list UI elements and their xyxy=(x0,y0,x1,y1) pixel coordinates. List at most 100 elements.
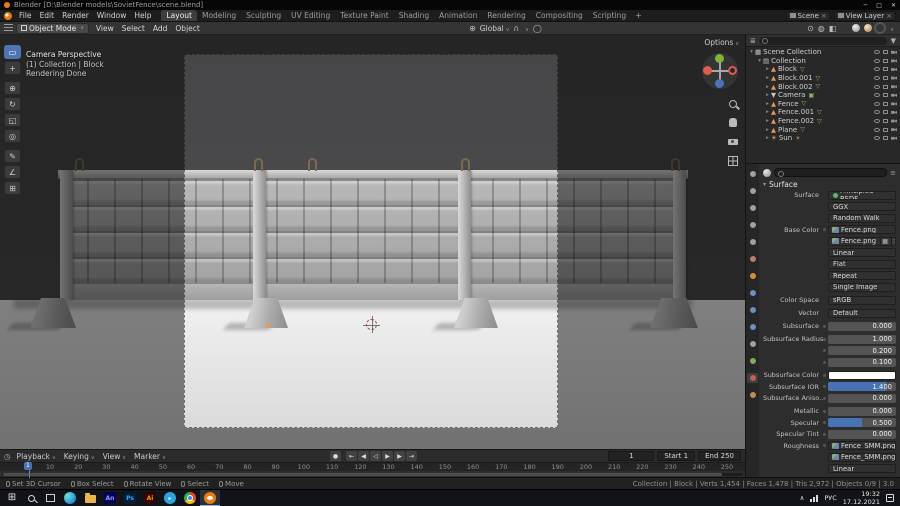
expand-icon[interactable]: ▸ xyxy=(764,75,771,81)
measure-tool[interactable]: ∠ xyxy=(4,165,21,179)
view-layer-selector[interactable]: View Layer xyxy=(833,10,896,21)
timeline-ruler[interactable]: 10 20 30 40 50 60 70 80 90 100 110 120 130 140 150 160 1… xyxy=(0,462,745,471)
close-button[interactable]: ✕ xyxy=(891,2,896,9)
decorate-dot[interactable] xyxy=(823,444,826,447)
current-frame-field[interactable]: 1 xyxy=(608,451,655,461)
color-space-select[interactable]: sRGB xyxy=(828,295,896,305)
gizmo-x-neg-ball[interactable] xyxy=(728,66,737,75)
keyboard-language[interactable]: РУС xyxy=(824,494,836,502)
snap-options-button[interactable] xyxy=(523,24,529,33)
fence-png-datablock[interactable]: Fence.png▦× xyxy=(828,236,896,246)
zoom-control[interactable] xyxy=(726,97,739,110)
properties-tab-modifiers[interactable] xyxy=(747,288,758,298)
timeline-editor[interactable]: ◷ PlaybackKeyingViewMarker ●⇤◀◁▶▶⇥ 1 Sta… xyxy=(0,449,745,478)
add-workspace-button[interactable]: + xyxy=(631,11,646,20)
decorate-dot[interactable] xyxy=(823,409,826,413)
expand-icon[interactable]: ▸ xyxy=(764,92,771,98)
expand-icon[interactable]: ▸ xyxy=(764,127,771,133)
decorate-dot[interactable] xyxy=(823,360,826,364)
show-overlays-icon[interactable]: ◍ xyxy=(818,24,825,33)
timeline-scrollbar-thumb[interactable] xyxy=(3,473,722,476)
flat-select[interactable]: Flat xyxy=(828,259,896,269)
shading-wireframe-icon[interactable] xyxy=(840,24,848,32)
workspace-tab-modeling[interactable]: Modeling xyxy=(197,10,241,21)
taskbar-app-folder[interactable] xyxy=(80,490,100,506)
viewport-menu-object[interactable]: Object xyxy=(171,24,203,33)
expand-icon[interactable]: ▾ xyxy=(756,58,763,64)
specular-tint-slider[interactable]: 0.000 xyxy=(828,429,896,439)
taskbar-search-button[interactable] xyxy=(22,490,40,506)
taskbar-app-telegram[interactable] xyxy=(160,490,180,506)
taskbar-app-edge[interactable] xyxy=(60,490,80,506)
surface-select[interactable]: Principled BSDF xyxy=(828,190,896,200)
outliner-row-collection[interactable]: ▾ ▤ Collection xyxy=(746,57,900,66)
expand-icon[interactable]: ▸ xyxy=(764,101,771,107)
disable-in-renders-icon[interactable] xyxy=(891,102,897,106)
fence-smm-png-datablock[interactable]: Fence_SMM.png▦× xyxy=(828,452,896,462)
workspace-tab-sculpting[interactable]: Sculpting xyxy=(241,10,286,21)
roughness-texture-select[interactable]: Fence_SMM.png xyxy=(828,441,896,450)
outliner-row-block-001[interactable]: ▸ ▲ Block.001 ▽ xyxy=(746,74,900,83)
disable-in-viewports-icon[interactable] xyxy=(883,76,888,81)
tool-options-button[interactable]: Options xyxy=(704,38,739,47)
disable-in-viewports-icon[interactable] xyxy=(883,67,888,72)
navigation-gizmo[interactable] xyxy=(702,53,738,89)
linear-select[interactable]: Linear xyxy=(828,464,896,473)
base-color-texture-select[interactable]: Fence.png xyxy=(828,225,896,234)
decorate-dot[interactable] xyxy=(823,324,826,328)
workspace-tab-shading[interactable]: Shading xyxy=(394,10,434,21)
hide-in-viewport-icon[interactable] xyxy=(874,110,880,115)
subsurface-aniso-slider[interactable]: 0.000 xyxy=(828,393,896,403)
workspace-tab-compositing[interactable]: Compositing xyxy=(531,10,588,21)
outliner-row-block-002[interactable]: ▸ ▲ Block.002 ▽ xyxy=(746,82,900,91)
tray-expand-icon[interactable]: ∧ xyxy=(800,494,805,502)
disable-in-renders-icon[interactable] xyxy=(891,119,897,123)
pan-control[interactable] xyxy=(726,116,739,129)
disable-in-renders-icon[interactable] xyxy=(891,67,897,72)
auto-keyframe-button[interactable]: ● xyxy=(330,451,341,461)
disable-in-renders-icon[interactable] xyxy=(891,50,897,54)
outliner-row-fence-002[interactable]: ▸ ▲ Fence.002 ▽ xyxy=(746,117,900,126)
scale-tool[interactable]: ◱ xyxy=(4,113,21,127)
hide-in-viewport-icon[interactable] xyxy=(874,58,880,63)
scene-selector[interactable]: Scene xyxy=(785,10,831,21)
start-button[interactable]: ⊞ xyxy=(3,490,21,506)
menu-file[interactable]: File xyxy=(15,11,36,20)
disable-in-viewports-icon[interactable] xyxy=(883,50,888,55)
filter-icon[interactable]: ▼ xyxy=(891,37,896,45)
taskbar-app-photoshop[interactable]: Ps xyxy=(120,490,140,506)
viewport-menu-view[interactable]: View xyxy=(92,24,118,33)
disable-in-renders-icon[interactable] xyxy=(891,85,897,89)
workspace-tab-rendering[interactable]: Rendering xyxy=(482,10,530,21)
jump-to-end-button[interactable]: ⇥ xyxy=(406,451,417,461)
cursor-tool[interactable]: + xyxy=(4,61,21,75)
workspace-tab-uv-editing[interactable]: UV Editing xyxy=(286,10,335,21)
menu-edit[interactable]: Edit xyxy=(36,11,59,20)
playhead-frame-badge[interactable]: 1 xyxy=(24,462,32,470)
timeline-menu-marker[interactable]: Marker xyxy=(130,452,170,461)
workspace-tab-scripting[interactable]: Scripting xyxy=(588,10,631,21)
outliner-search-input[interactable] xyxy=(759,36,887,45)
disable-in-viewports-icon[interactable] xyxy=(883,84,888,89)
gizmo-x-ball[interactable] xyxy=(703,66,712,75)
decorate-dot[interactable] xyxy=(823,373,826,377)
properties-filter-icon[interactable]: ≡ xyxy=(890,169,896,177)
action-center-icon[interactable] xyxy=(886,494,894,502)
expand-icon[interactable]: ▸ xyxy=(764,118,771,124)
subsurface-slider[interactable]: 0.000 xyxy=(828,321,896,331)
random-walk-select[interactable]: Random Walk xyxy=(828,213,896,223)
taskbar-app-chrome[interactable] xyxy=(180,490,200,506)
camera-view-control[interactable] xyxy=(726,135,739,148)
3d-viewport[interactable]: Camera Perspective (1) Collection | Bloc… xyxy=(0,35,745,449)
outliner-row-fence-001[interactable]: ▸ ▲ Fence.001 ▽ xyxy=(746,108,900,117)
hide-in-viewport-icon[interactable] xyxy=(874,93,880,98)
hide-in-viewport-icon[interactable] xyxy=(874,136,880,141)
next-keyframe-button[interactable]: ▶ xyxy=(394,451,405,461)
disable-in-renders-icon[interactable] xyxy=(891,136,897,140)
select-box-tool[interactable]: ▭ xyxy=(4,45,21,59)
outliner-row-scene-collection[interactable]: ▾ ▦ Scene Collection xyxy=(746,48,900,57)
disable-in-renders-icon[interactable] xyxy=(891,76,897,80)
properties-tab-world[interactable] xyxy=(747,254,758,264)
play-button[interactable]: ▶ xyxy=(382,451,393,461)
shading-rendered-icon[interactable] xyxy=(876,24,884,32)
